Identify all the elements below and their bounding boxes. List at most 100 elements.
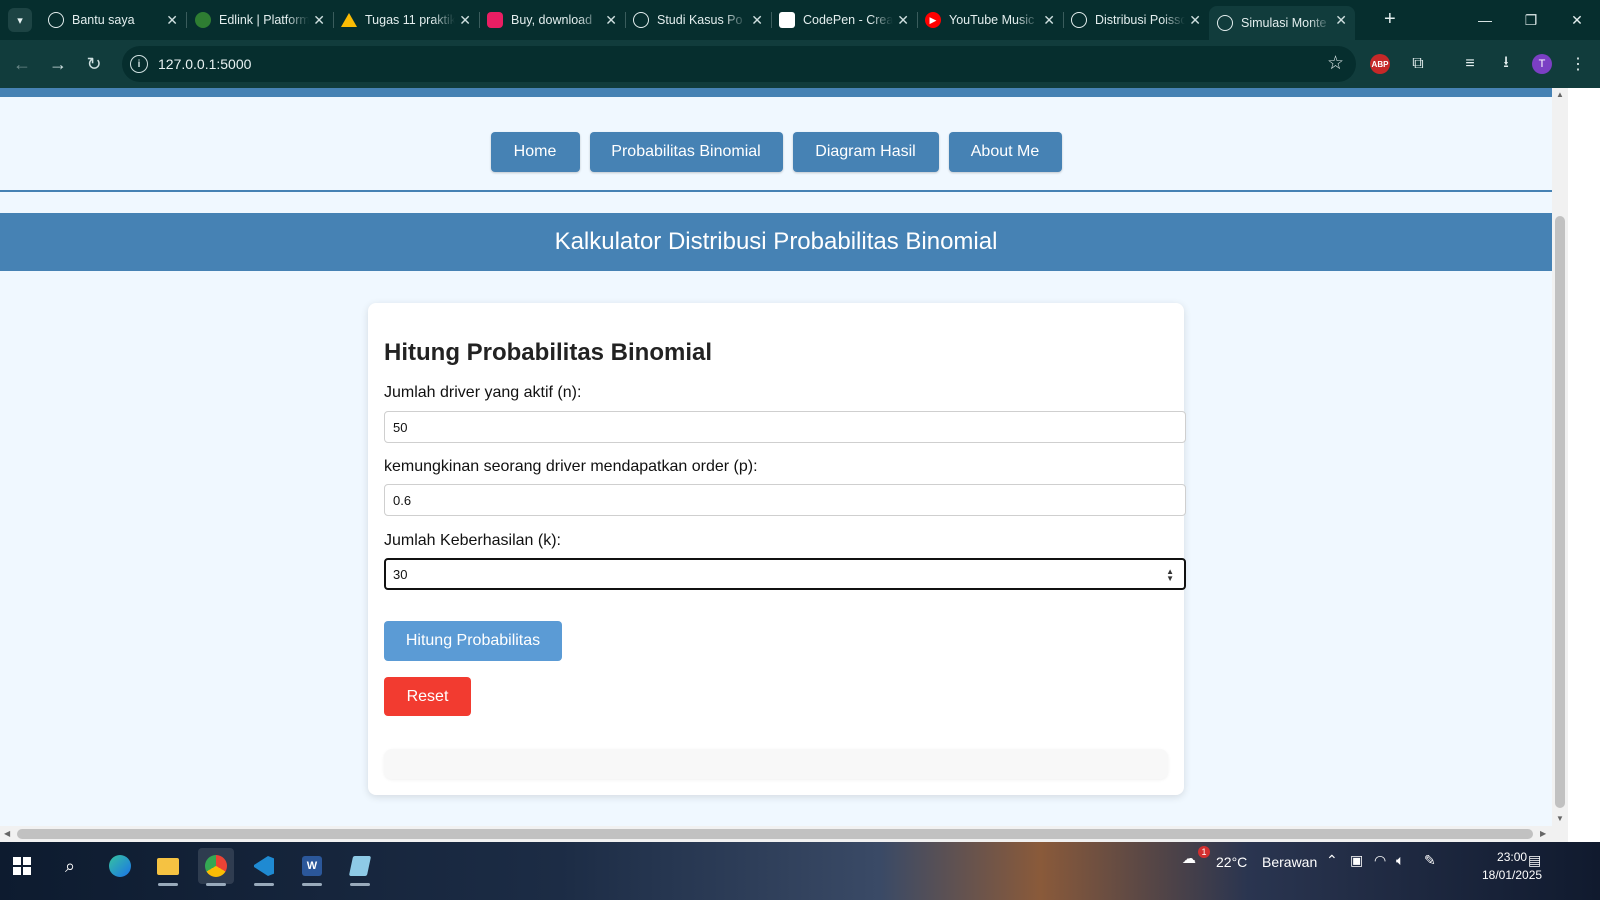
close-tab-icon[interactable]: ✕ (1189, 12, 1201, 28)
k-input[interactable]: 30 ▲ ▼ (384, 558, 1186, 590)
openai-icon (48, 12, 64, 28)
close-tab-icon[interactable]: ✕ (166, 12, 178, 28)
close-tab-icon[interactable]: ✕ (605, 12, 617, 28)
tab-title: Bantu saya (72, 13, 135, 27)
p-input[interactable]: 0.6 (384, 484, 1186, 516)
vertical-scroll-thumb[interactable] (1555, 216, 1565, 808)
notepad-icon[interactable] (342, 848, 378, 886)
number-spinner-icon[interactable]: ▲ ▼ (1166, 568, 1174, 583)
tab-title: Buy, download (511, 13, 593, 27)
chrome-icon[interactable] (198, 848, 234, 886)
volume-icon[interactable]: 🔈︎ (1396, 852, 1404, 869)
horizontal-scroll-thumb[interactable] (17, 829, 1533, 839)
browser-tab[interactable]: Studi Kasus Po ✕ (625, 6, 772, 34)
file-explorer-icon[interactable] (150, 848, 186, 886)
pen-icon[interactable]: ✎ (1424, 852, 1436, 869)
weather-text[interactable]: Berawan (1262, 854, 1317, 870)
main-nav: Home Probabilitas Binomial Diagram Hasil… (0, 132, 1552, 172)
nav-about-button[interactable]: About Me (948, 132, 1062, 172)
youtube-music-icon: ▶ (925, 12, 941, 28)
close-tab-icon[interactable]: ✕ (751, 12, 763, 28)
weather-temp[interactable]: 22°C (1216, 854, 1247, 870)
horizontal-scrollbar[interactable]: ◀ ▶ (0, 826, 1552, 842)
meet-icon[interactable]: ▣ (1350, 852, 1363, 869)
tab-title: Distribusi Poisson (1095, 13, 1185, 27)
close-tab-icon[interactable]: ✕ (1335, 12, 1347, 28)
browser-tab[interactable]: ▶ YouTube Music ✕ (917, 6, 1064, 34)
forward-button[interactable]: → (46, 52, 70, 76)
page-title: Kalkulator Distribusi Probabilitas Binom… (554, 228, 998, 255)
close-tab-icon[interactable]: ✕ (1043, 12, 1055, 28)
n-input-value: 50 (393, 419, 408, 435)
nav-divider (0, 190, 1552, 192)
windows-taskbar: ⌕ W ☁ 1 22°C Berawan ⌃ ▣ ◠ 🔈︎ ✎ 23:00 18… (0, 842, 1600, 900)
browser-menu-icon[interactable]: ⋮ (1566, 52, 1590, 76)
extensions-icon[interactable]: ⧉ (1406, 52, 1430, 76)
n-label: Jumlah driver yang aktif (n): (384, 384, 582, 401)
scroll-left-icon[interactable]: ◀ (4, 829, 10, 838)
tab-title: Simulasi Monte (1241, 16, 1327, 30)
close-window-button[interactable]: ✕ (1554, 0, 1600, 40)
google-drive-icon (341, 13, 357, 27)
reset-button[interactable]: Reset (384, 677, 471, 716)
minimize-button[interactable]: — (1462, 0, 1508, 40)
word-icon[interactable]: W (294, 848, 330, 886)
vertical-scrollbar[interactable]: ▲ ▼ (1552, 88, 1568, 826)
result-box (384, 749, 1168, 779)
close-tab-icon[interactable]: ✕ (313, 12, 325, 28)
restore-button[interactable]: ❐ (1508, 0, 1554, 40)
browser-tab[interactable]: Bantu saya ✕ (40, 6, 187, 34)
reload-button[interactable]: ↻ (82, 52, 106, 76)
browser-tab[interactable]: Buy, download ✕ (479, 6, 626, 34)
calculate-button[interactable]: Hitung Probabilitas (384, 621, 562, 661)
close-tab-icon[interactable]: ✕ (459, 12, 471, 28)
vscode-icon[interactable] (246, 848, 282, 886)
tab-title: Edlink | Platform (219, 13, 309, 27)
nav-home-button[interactable]: Home (490, 132, 580, 172)
p-label: kemungkinan seorang driver mendapatkan o… (384, 458, 758, 475)
nav-binomial-button[interactable]: Probabilitas Binomial (589, 132, 783, 172)
nav-diagram-button[interactable]: Diagram Hasil (792, 132, 939, 172)
download-icon[interactable]: ⭳ (1494, 52, 1518, 76)
url-text[interactable]: 127.0.0.1:5000 (158, 56, 251, 72)
scroll-up-icon[interactable]: ▲ (1556, 90, 1564, 99)
media-control-icon[interactable]: ≡ (1458, 52, 1482, 76)
tab-title: YouTube Music (949, 13, 1035, 27)
wifi-icon[interactable]: ◠ (1374, 852, 1386, 869)
adblock-icon[interactable]: ABP (1370, 54, 1390, 74)
site-info-icon[interactable]: i (130, 55, 148, 73)
p-input-value: 0.6 (393, 492, 412, 508)
edge-icon[interactable] (102, 848, 138, 884)
browser-toolbar: ← → ↻ i 127.0.0.1:5000 ☆ ABP ⧉ ≡ ⭳ T ⋮ (0, 40, 1600, 88)
n-input[interactable]: 50 (384, 411, 1186, 443)
close-tab-icon[interactable]: ✕ (897, 12, 909, 28)
new-tab-button[interactable]: + (1384, 9, 1396, 29)
search-icon[interactable]: ⌕ (52, 848, 88, 884)
page-viewport: Home Probabilitas Binomial Diagram Hasil… (0, 88, 1552, 826)
form-heading: Hitung Probabilitas Binomial (384, 339, 713, 366)
weather-badge: 1 (1198, 846, 1210, 858)
header-strip (0, 88, 1552, 97)
calculator-card: Hitung Probabilitas Binomial Jumlah driv… (368, 303, 1186, 795)
browser-tab[interactable]: Edlink | Platform ✕ (187, 6, 334, 34)
browser-tab[interactable]: Tugas 11 praktikum ✕ (333, 6, 480, 34)
scroll-right-icon[interactable]: ▶ (1540, 829, 1546, 838)
address-bar[interactable]: i 127.0.0.1:5000 ☆ (122, 46, 1356, 82)
weather-icon[interactable]: ☁ (1182, 850, 1196, 867)
browser-tab[interactable]: Distribusi Poisson ✕ (1063, 6, 1209, 34)
tab-search-button[interactable]: ▾ (8, 8, 32, 32)
profile-avatar[interactable]: T (1532, 54, 1552, 74)
scroll-down-icon[interactable]: ▼ (1556, 814, 1564, 823)
window-edge (1568, 88, 1600, 842)
browser-tab[interactable]: CodePen - Create ✕ (771, 6, 918, 34)
globe-icon (1217, 15, 1233, 31)
browser-tab-active[interactable]: Simulasi Monte ✕ (1209, 6, 1355, 40)
openai-icon (633, 12, 649, 28)
windows-start-icon[interactable] (4, 848, 40, 884)
tab-title: Tugas 11 praktikum (365, 13, 455, 27)
tray-expand-icon[interactable]: ⌃ (1326, 852, 1338, 869)
notification-icon[interactable]: ▤ (1528, 852, 1541, 869)
bookmark-star-icon[interactable]: ☆ (1327, 52, 1344, 75)
tab-title: Studi Kasus Po (657, 13, 743, 27)
back-button[interactable]: ← (10, 52, 34, 76)
